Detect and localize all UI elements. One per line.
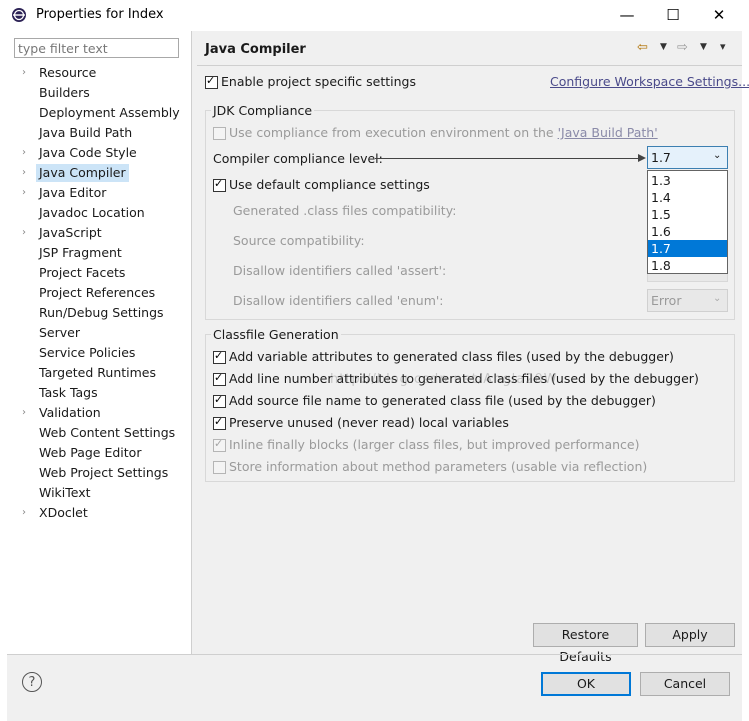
tree-item[interactable]: Java Editor	[39, 184, 106, 202]
eclipse-icon	[12, 8, 26, 22]
tree-item[interactable]: Deployment Assembly	[39, 104, 180, 122]
use-compliance-ee-label: Use compliance from execution environmen…	[229, 125, 658, 140]
help-icon[interactable]: ?	[22, 672, 42, 692]
tree-item[interactable]: Java Build Path	[39, 124, 132, 142]
chevron-right-icon[interactable]: ›	[22, 504, 30, 522]
add-source-file-label: Add source file name to generated class …	[229, 393, 656, 408]
jdk-compliance-heading: JDK Compliance	[211, 103, 315, 118]
compliance-option[interactable]: 1.6	[648, 223, 727, 240]
tree-item[interactable]: Java Compiler	[36, 164, 129, 182]
enable-specific-label: Enable project specific settings	[221, 74, 416, 89]
tree-item[interactable]: Project References	[39, 284, 155, 302]
apply-button[interactable]: Apply	[645, 623, 735, 647]
tree-item[interactable]: Targeted Runtimes	[39, 364, 156, 382]
generated-class-label: Generated .class files compatibility:	[233, 203, 457, 218]
tree-item[interactable]: Task Tags	[39, 384, 98, 402]
tree-item[interactable]: Project Facets	[39, 264, 125, 282]
compliance-level-value: 1.7	[651, 150, 671, 165]
right-border	[742, 31, 749, 721]
window-title: Properties for Index	[36, 7, 164, 22]
tree-item[interactable]: JavaScript	[39, 224, 102, 242]
add-line-number-checkbox[interactable]	[213, 371, 226, 386]
tree-item[interactable]: XDoclet	[39, 504, 88, 522]
tree-item[interactable]: Web Project Settings	[39, 464, 168, 482]
classfile-generation-heading: Classfile Generation	[211, 327, 341, 342]
store-params-label: Store information about method parameter…	[229, 459, 648, 474]
tree-item[interactable]: Run/Debug Settings	[39, 304, 164, 322]
back-arrow-icon[interactable]: ⇦	[637, 40, 648, 55]
enable-specific-checkbox[interactable]	[205, 74, 218, 89]
tree-item[interactable]: Javadoc Location	[39, 204, 145, 222]
enum-combo-value: Error	[651, 293, 682, 308]
tree-item[interactable]: JSP Fragment	[39, 244, 122, 262]
minimize-button[interactable]: —	[604, 0, 650, 31]
compliance-option[interactable]: 1.8	[648, 257, 727, 274]
store-params-checkbox[interactable]	[213, 461, 226, 474]
tree-item[interactable]: Builders	[39, 84, 90, 102]
cancel-button[interactable]: Cancel	[640, 672, 730, 696]
tree-item[interactable]: Validation	[39, 404, 101, 422]
use-default-compliance-checkbox[interactable]	[213, 177, 226, 192]
view-menu-icon[interactable]: ▾	[720, 40, 726, 53]
tree-item[interactable]: Web Content Settings	[39, 424, 175, 442]
tree-item[interactable]: Service Policies	[39, 344, 135, 362]
chevron-down-icon[interactable]: ⌄	[713, 150, 721, 161]
left-border	[0, 31, 7, 721]
preserve-unused-label: Preserve unused (never read) local varia…	[229, 415, 509, 430]
disallow-assert-label: Disallow identifiers called 'assert':	[233, 263, 447, 278]
add-variable-label: Add variable attributes to generated cla…	[229, 349, 674, 364]
bottom-separator	[7, 654, 742, 655]
java-build-path-link[interactable]: 'Java Build Path'	[558, 125, 658, 140]
compliance-option[interactable]: 1.5	[648, 206, 727, 223]
annotation-arrow-line	[375, 158, 643, 159]
back-dropdown-icon[interactable]: ▼	[660, 42, 667, 52]
tree-item[interactable]: WikiText	[39, 484, 91, 502]
watermark: http://blog.csdn.net/Angla20W	[330, 372, 558, 387]
compliance-option[interactable]: 1.3	[648, 172, 727, 189]
chevron-right-icon[interactable]: ›	[22, 164, 30, 182]
tree-item[interactable]: Server	[39, 324, 80, 342]
compliance-option[interactable]: 1.7	[648, 240, 727, 257]
use-default-compliance-label: Use default compliance settings	[229, 177, 430, 192]
disallow-enum-label: Disallow identifiers called 'enum':	[233, 293, 444, 308]
chevron-down-icon[interactable]: ⌄	[713, 293, 721, 304]
use-compliance-ee-checkbox[interactable]	[213, 127, 226, 140]
compliance-level-label: Compiler compliance level:	[213, 151, 383, 166]
restore-defaults-button[interactable]: Restore Defaults	[533, 623, 638, 664]
source-compat-label: Source compatibility:	[233, 233, 365, 248]
inline-finally-checkbox[interactable]	[213, 437, 226, 452]
add-variable-checkbox[interactable]	[213, 349, 226, 364]
chevron-right-icon[interactable]: ›	[22, 64, 30, 82]
compliance-option[interactable]: 1.4	[648, 189, 727, 206]
maximize-button[interactable]: ☐	[650, 0, 696, 31]
chevron-right-icon[interactable]: ›	[22, 404, 30, 422]
header-separator	[197, 65, 742, 66]
chevron-right-icon[interactable]: ›	[22, 224, 30, 242]
page-title: Java Compiler	[205, 42, 306, 57]
forward-arrow-icon[interactable]: ⇨	[677, 40, 688, 55]
tree-item[interactable]: Resource	[39, 64, 96, 82]
annotation-arrow-head	[638, 154, 646, 162]
chevron-right-icon[interactable]: ›	[22, 184, 30, 202]
add-source-file-checkbox[interactable]	[213, 393, 226, 408]
close-button[interactable]: ✕	[696, 0, 742, 31]
chevron-right-icon[interactable]: ›	[22, 144, 30, 162]
preserve-unused-checkbox[interactable]	[213, 415, 226, 430]
tree-item[interactable]: Web Page Editor	[39, 444, 141, 462]
tree-item[interactable]: Java Code Style	[39, 144, 137, 162]
configure-workspace-link[interactable]: Configure Workspace Settings...	[550, 74, 749, 89]
ok-button[interactable]: OK	[541, 672, 631, 696]
filter-input[interactable]	[14, 38, 179, 58]
inline-finally-label: Inline finally blocks (larger class file…	[229, 437, 640, 452]
forward-dropdown-icon[interactable]: ▼	[700, 42, 707, 52]
use-compliance-text: Use compliance from execution environmen…	[229, 125, 558, 140]
